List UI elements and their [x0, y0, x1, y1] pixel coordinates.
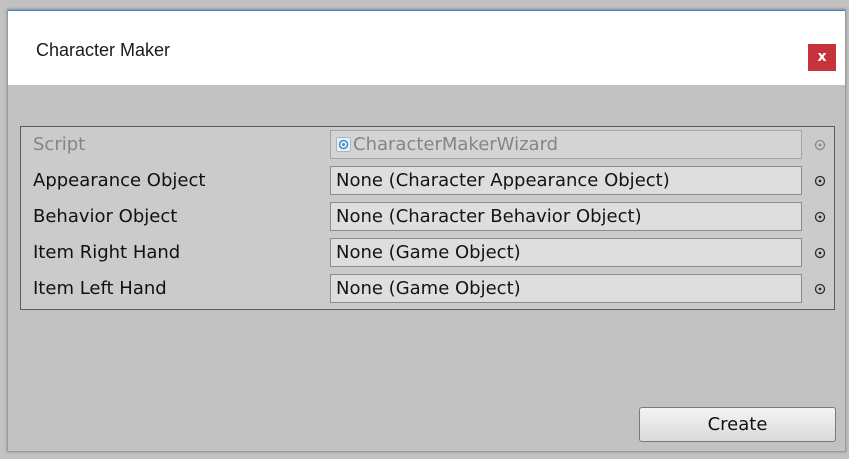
wizard-content: Script CharacterMakerWizard Appearance O… [8, 85, 845, 451]
field-label-item-left-hand: Item Left Hand [33, 278, 167, 299]
close-button[interactable]: x [808, 44, 836, 71]
appearance-object-field[interactable]: None (Character Appearance Object) [330, 166, 802, 195]
object-picker-icon[interactable] [814, 283, 826, 295]
title-bar[interactable]: Character Maker x [8, 11, 845, 85]
create-button[interactable]: Create [639, 407, 836, 442]
field-label-item-right-hand: Item Right Hand [33, 242, 181, 263]
object-picker-icon [814, 139, 826, 151]
field-row-appearance-object: Appearance Object None (Character Appear… [21, 163, 834, 199]
field-row-script: Script CharacterMakerWizard [21, 127, 834, 163]
field-label-script: Script [33, 134, 86, 155]
behavior-object-field[interactable]: None (Character Behavior Object) [330, 202, 802, 231]
field-row-item-right-hand: Item Right Hand None (Game Object) [21, 235, 834, 271]
script-icon [336, 137, 351, 152]
object-picker-icon[interactable] [814, 211, 826, 223]
item-right-hand-field[interactable]: None (Game Object) [330, 238, 802, 267]
script-field-value: CharacterMakerWizard [353, 134, 559, 155]
character-maker-window: Character Maker x Script CharacterMakerW… [7, 9, 846, 452]
field-label-appearance-object: Appearance Object [33, 170, 206, 191]
object-picker-icon[interactable] [814, 247, 826, 259]
window-title: Character Maker [36, 40, 171, 60]
field-row-item-left-hand: Item Left Hand None (Game Object) [21, 271, 834, 307]
object-picker-icon[interactable] [814, 175, 826, 187]
script-object-field: CharacterMakerWizard [330, 130, 802, 159]
field-row-behavior-object: Behavior Object None (Character Behavior… [21, 199, 834, 235]
field-list-panel: Script CharacterMakerWizard Appearance O… [20, 126, 835, 310]
item-left-hand-field[interactable]: None (Game Object) [330, 274, 802, 303]
field-label-behavior-object: Behavior Object [33, 206, 178, 227]
